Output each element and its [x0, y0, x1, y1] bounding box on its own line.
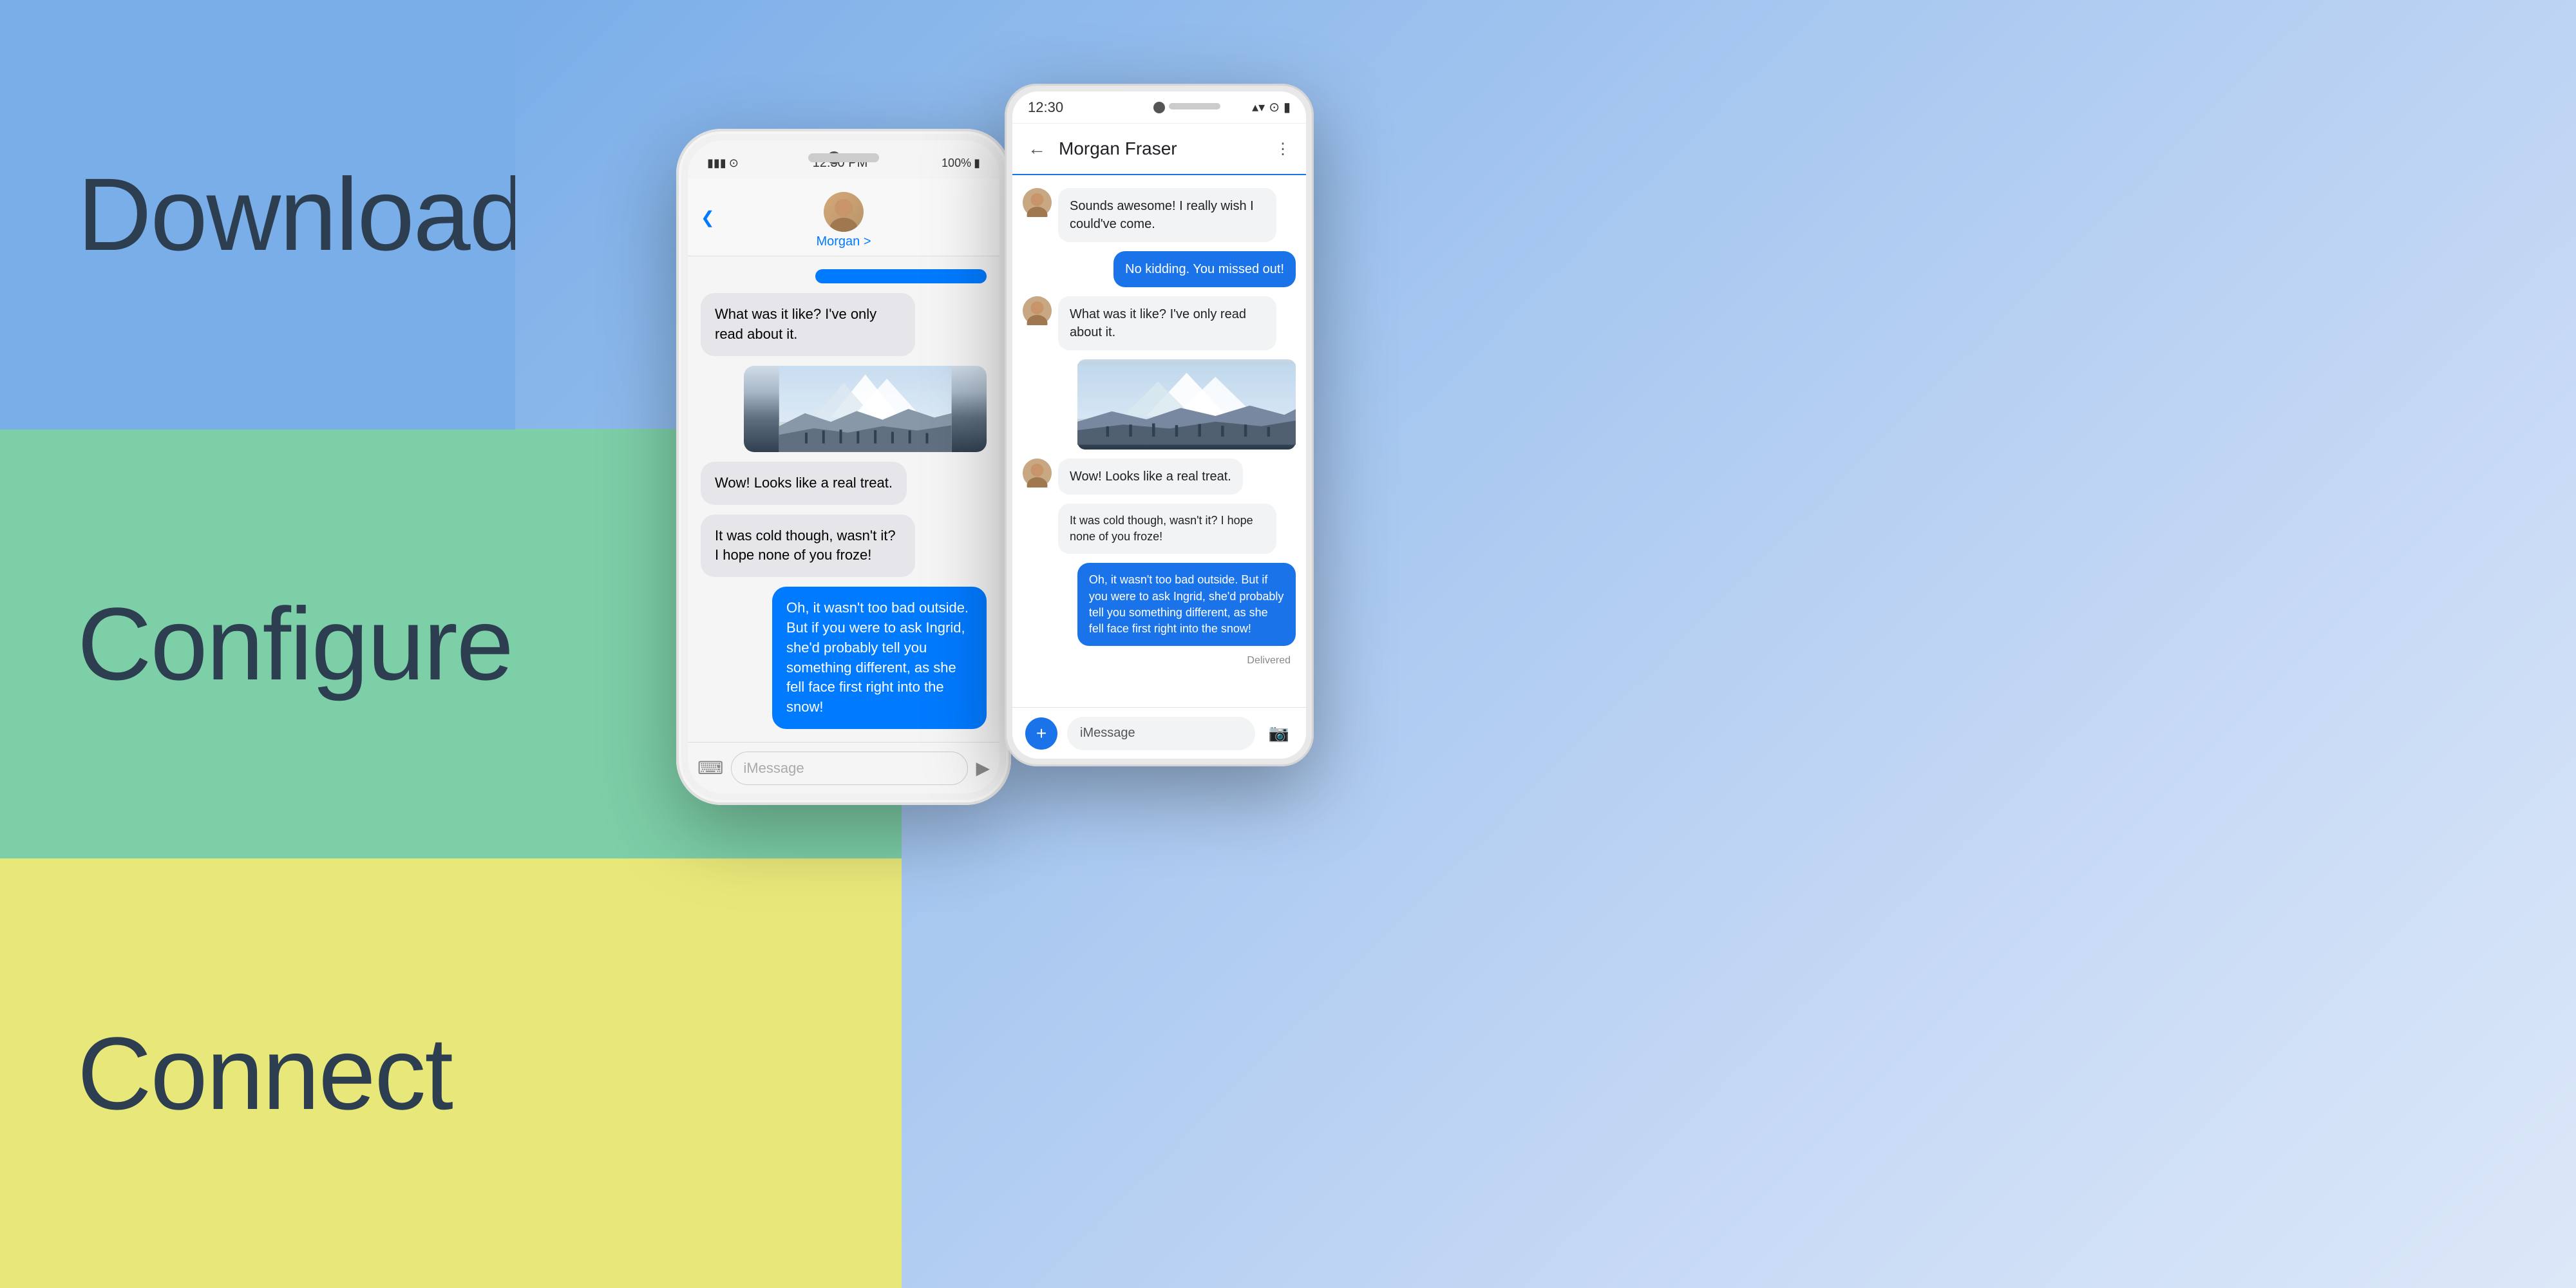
android-msg-image — [1077, 359, 1296, 450]
android-compose-plus-button[interactable]: + — [1025, 717, 1057, 750]
android-speaker — [1169, 103, 1220, 109]
android-messages-area: Sounds awesome! I really wish I could've… — [1012, 175, 1306, 707]
android-msg-row-1: Sounds awesome! I really wish I could've… — [1023, 188, 1296, 242]
iphone-back-button[interactable]: ❮ — [701, 207, 715, 227]
iphone-msg-incoming-1: What was it like? I've only read about i… — [701, 293, 915, 356]
android-msg-outgoing-1: No kidding. You missed out! — [1113, 251, 1296, 287]
iphone-contact-avatar — [824, 192, 864, 232]
battery-label: 100% — [942, 156, 971, 170]
iphone-msg-outgoing-bar — [815, 269, 987, 283]
android-msg-row-4: It was cold though, wasn't it? I hope no… — [1023, 504, 1296, 554]
section-connect: Connect — [0, 858, 515, 1288]
android-msg-outgoing-2: Oh, it wasn't too bad outside. But if yo… — [1077, 563, 1296, 646]
imessage-apps-icon[interactable]: ⌨ — [697, 757, 723, 779]
android-menu-icon[interactable]: ⋮ — [1275, 140, 1291, 158]
android-mockup: 12:30 ▴▾ ⊙ ▮ ← Morgan Fraser ⋮ — [1005, 84, 1314, 766]
download-label: Download — [77, 155, 526, 274]
iphone-screen-container: ▮▮▮ ⊙ 12:30 PM 100% ▮ — [688, 140, 999, 793]
android-compose-attach-button[interactable]: 📷 — [1265, 719, 1293, 748]
iphone-screen: ▮▮▮ ⊙ 12:30 PM 100% ▮ — [688, 140, 999, 793]
attach-icon: 📷 — [1269, 723, 1289, 743]
android-nav-bar: ← Morgan Fraser ⋮ — [1012, 124, 1306, 175]
back-chevron-icon: ❮ — [701, 207, 715, 227]
android-screen: 12:30 ▴▾ ⊙ ▮ ← Morgan Fraser ⋮ — [1012, 91, 1306, 759]
android-avatar-2 — [1023, 296, 1052, 325]
iphone-status-icons-left: ▮▮▮ ⊙ — [707, 156, 739, 170]
android-msg-incoming-4: It was cold though, wasn't it? I hope no… — [1058, 504, 1276, 554]
connect-label: Connect — [77, 1014, 452, 1133]
android-status-icons: ▴▾ ⊙ ▮ — [1252, 99, 1291, 115]
imessage-camera-icon[interactable]: ▶ — [976, 757, 990, 779]
android-msg-incoming-3: Wow! Looks like a real treat. — [1058, 459, 1243, 495]
right-panel: ▮▮▮ ⊙ 12:30 PM 100% ▮ — [515, 0, 2576, 1288]
android-msg-incoming-2: What was it like? I've only read about i… — [1058, 296, 1276, 350]
android-signal-icon: ▴▾ — [1252, 99, 1265, 115]
configure-label: Configure — [77, 585, 513, 703]
iphone-msg-incoming-2: Wow! Looks like a real treat. — [701, 462, 907, 505]
iphone-contact-info: Morgan > — [816, 192, 871, 249]
iphone-msg-incoming-3: It was cold though, wasn't it? I hope no… — [701, 515, 915, 578]
iphone-msg-image — [744, 366, 987, 452]
android-delivered-label: Delivered — [1023, 655, 1291, 667]
signal-icon: ▮▮▮ — [707, 156, 726, 170]
android-compose-placeholder: iMessage — [1080, 726, 1135, 741]
android-compose-field[interactable]: iMessage — [1067, 717, 1255, 750]
battery-icon: ▮ — [974, 156, 980, 170]
android-wifi-icon: ⊙ — [1269, 99, 1280, 115]
imessage-bar: ⌨ iMessage ▶ — [688, 742, 999, 793]
iphone-contact-name[interactable]: Morgan > — [816, 234, 871, 249]
section-download: Download — [0, 0, 515, 430]
iphone-msg-outgoing-1: Oh, it wasn't too bad outside. But if yo… — [772, 587, 987, 729]
android-bottom-bar: + iMessage 📷 — [1012, 707, 1306, 759]
wifi-icon: ⊙ — [729, 156, 739, 170]
android-msg-row-2: What was it like? I've only read about i… — [1023, 296, 1296, 350]
page-layout: Download Configure Connect — [0, 0, 2576, 1288]
iphone-nav-area: ❮ Morgan > — [688, 179, 999, 256]
left-panel: Download Configure Connect — [0, 0, 515, 1288]
android-battery-icon: ▮ — [1283, 99, 1291, 115]
android-contact-name: Morgan Fraser — [1059, 138, 1262, 159]
phones-container: ▮▮▮ ⊙ 12:30 PM 100% ▮ — [515, 0, 2576, 1288]
android-time: 12:30 — [1028, 99, 1063, 116]
android-msg-row-3: Wow! Looks like a real treat. — [1023, 459, 1296, 495]
plus-icon: + — [1036, 723, 1046, 744]
android-camera-dot — [1153, 102, 1165, 113]
iphone-status-icons-right: 100% ▮ — [942, 156, 980, 170]
iphone-mockup: ▮▮▮ ⊙ 12:30 PM 100% ▮ — [676, 129, 1011, 805]
android-screen-container: 12:30 ▴▾ ⊙ ▮ ← Morgan Fraser ⋮ — [1012, 91, 1306, 759]
iphone-messages-area: What was it like? I've only read about i… — [688, 256, 999, 742]
android-avatar-1 — [1023, 188, 1052, 217]
iphone-speaker — [808, 153, 879, 162]
section-configure: Configure — [0, 430, 515, 859]
android-back-icon[interactable]: ← — [1028, 138, 1046, 159]
android-msg-incoming-1: Sounds awesome! I really wish I could've… — [1058, 188, 1276, 242]
imessage-input[interactable]: iMessage — [731, 752, 968, 785]
imessage-placeholder: iMessage — [743, 760, 804, 777]
android-avatar-3 — [1023, 459, 1052, 488]
